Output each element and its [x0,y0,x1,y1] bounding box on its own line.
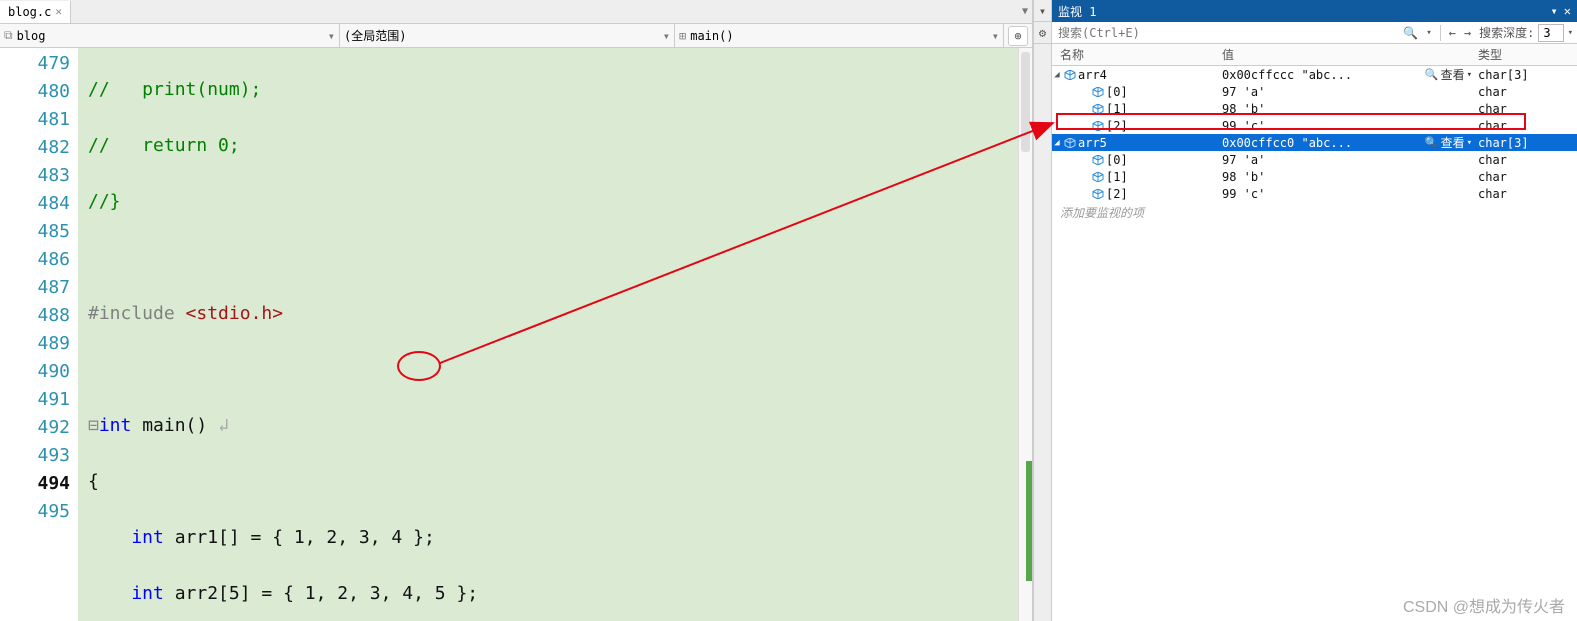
tab-label: blog.c [8,5,51,19]
close-icon[interactable]: ✕ [1564,4,1571,18]
col-type[interactable]: 类型 [1478,46,1577,63]
watch-title-bar[interactable]: 监视 1 ▾ ✕ [1052,0,1577,22]
col-value[interactable]: 值 [1222,46,1478,63]
variable-icon [1064,138,1076,148]
nav-function-label: main() [690,29,733,43]
nav-back-icon[interactable]: ← [1445,26,1460,40]
code-text [88,356,1018,384]
dropdown-icon[interactable]: ▾ [1551,4,1558,18]
code-text: //} [88,191,121,212]
watch-title: 监视 1 [1058,3,1096,20]
watch-panel: 监视 1 ▾ ✕ 🔍 ▾ ← → 搜索深度: 3 ▾ 名称 值 类型 ◢arr4… [1051,0,1577,621]
line-numbers: 4794804814824834844854864874884894904914… [0,48,78,621]
tab-dropdown-icon[interactable]: ▼ [1022,6,1028,17]
watch-row[interactable]: [0]97 'a'char [1052,83,1577,100]
watch-row[interactable]: [2]99 'c'char [1052,185,1577,202]
chevron-down-icon: ▾ [663,29,670,43]
tab-blog[interactable]: blog.c ✕ [0,1,71,23]
variable-icon [1092,172,1104,182]
code-text: <stdio.h> [186,303,284,324]
variable-icon [1064,70,1076,80]
gear-icon[interactable]: ⚙ [1034,22,1051,44]
nav-forward-icon[interactable]: → [1460,26,1475,40]
chevron-down-icon[interactable]: ▾ [1564,28,1577,38]
search-icon[interactable]: 🔍 [1399,26,1422,40]
variable-icon [1092,155,1104,165]
code-text: { [88,468,1018,496]
add-watch-item[interactable]: 添加要监视的项 [1052,202,1577,223]
search-row: 🔍 ▾ ← → 搜索深度: 3 ▾ [1052,22,1577,44]
code-area[interactable]: 4794804814824834844854864874884894904914… [0,48,1032,621]
nav-scope[interactable]: (全局范围) ▾ [340,24,675,47]
dropdown-icon[interactable]: ▾ [1422,28,1435,38]
variable-icon [1092,87,1104,97]
code-text: int [88,527,164,548]
editor-pane: blog.c ✕ ▼ ⧉ blog ▾ (全局范围) ▾ ⊞ main() ▾ [0,0,1033,621]
file-icon: ⧉ [4,28,13,43]
watch-row[interactable]: ◢arr40x00cffccc "abc...🔍查看▾char[3] [1052,66,1577,83]
search-input[interactable] [1052,22,1399,43]
code-text: arr1[] = { 1, 2, 3, 4 }; [164,527,435,548]
nav-scope-label: (全局范围) [344,27,406,44]
code-text [88,244,1018,272]
view-link[interactable]: 🔍查看▾ [1425,66,1472,83]
nav-file-label: blog [17,29,46,43]
watch-columns: 名称 值 类型 [1052,44,1577,66]
watermark: CSDN @想成为传火者 [1403,593,1565,617]
nav-function[interactable]: ⊞ main() ▾ [675,24,1004,47]
watch-row[interactable]: [0]97 'a'char [1052,151,1577,168]
watch-row[interactable]: ◢arr50x00cffcc0 "abc...🔍查看▾char[3] [1052,134,1577,151]
depth-select[interactable]: 3 [1538,24,1563,42]
code-text: int [88,583,164,604]
code-text: int [99,415,132,436]
scrollbar-thumb[interactable] [1021,52,1030,152]
watch-tree[interactable]: ◢arr40x00cffccc "abc...🔍查看▾char[3][0]97 … [1052,66,1577,621]
dropdown-icon[interactable]: ▾ [1034,0,1051,22]
watch-row[interactable]: [1]98 'b'char [1052,100,1577,117]
tab-bar: blog.c ✕ ▼ [0,0,1032,24]
variable-icon [1092,121,1104,131]
nav-bar: ⧉ blog ▾ (全局范围) ▾ ⊞ main() ▾ ⊕ [0,24,1032,48]
watch-row[interactable]: [1]98 'b'char [1052,168,1577,185]
split-button[interactable]: ⊕ [1008,26,1028,46]
gutter-controls: ▾ ⚙ [1033,0,1051,621]
chevron-down-icon: ▾ [328,29,335,43]
watch-row[interactable]: [2]99 'c'char [1052,117,1577,134]
close-icon[interactable]: ✕ [55,5,62,18]
scrollbar[interactable] [1018,48,1032,621]
code-text: arr2[5] = { 1, 2, 3, 4, 5 }; [164,583,478,604]
code-lines[interactable]: // print(num); // return 0; //} #include… [78,48,1018,621]
chevron-down-icon: ▾ [992,29,999,43]
code-text: // print(num); [88,79,261,100]
code-text: main() [131,415,218,436]
function-icon: ⊞ [679,29,686,43]
col-name[interactable]: 名称 [1052,46,1222,63]
code-text: #include [88,303,186,324]
view-link[interactable]: 🔍查看▾ [1425,134,1472,151]
variable-icon [1092,104,1104,114]
nav-file[interactable]: ⧉ blog ▾ [0,24,340,47]
code-text: // return 0; [88,135,240,156]
variable-icon [1092,189,1104,199]
depth-label: 搜索深度: [1475,24,1538,41]
